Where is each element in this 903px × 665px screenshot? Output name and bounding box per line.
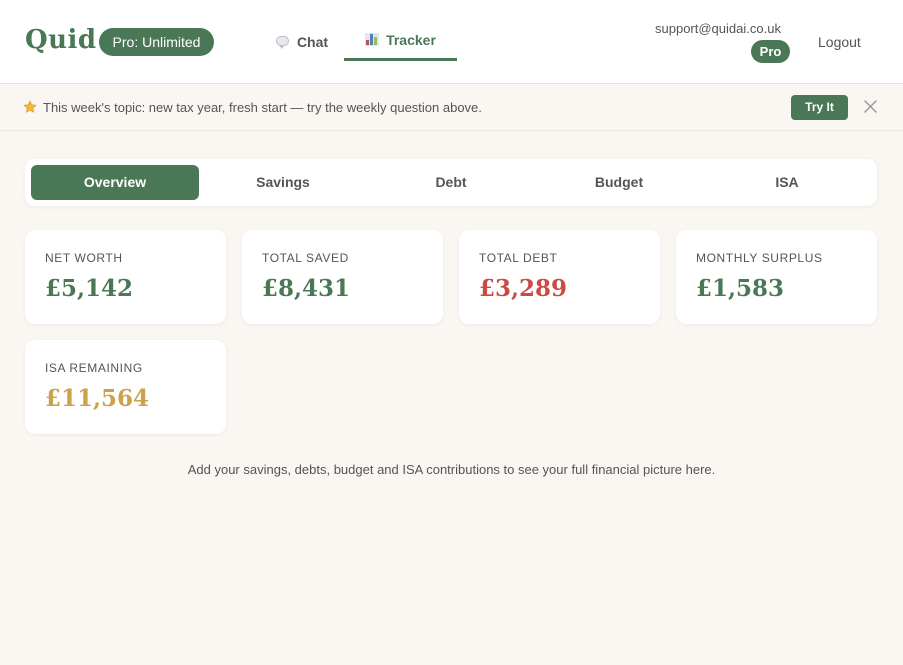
pro-badge: Pro <box>751 40 790 63</box>
bar-chart-icon <box>365 33 380 47</box>
card-value: £11,564 <box>45 385 150 412</box>
plan-badge: Pro: Unlimited <box>99 28 214 56</box>
subtab-debt[interactable]: Debt <box>367 165 535 200</box>
nav-tab-chat-label: Chat <box>296 33 329 50</box>
total-saved-card: TOTAL SAVED £8,431 <box>242 230 443 324</box>
tracker-subtabs: Overview Savings Debt Budget ISA <box>25 159 877 206</box>
empty-state-note: Add your savings, debts, budget and ISA … <box>187 462 716 477</box>
try-it-button[interactable]: Try It <box>791 95 848 120</box>
net-worth-card: NET WORTH £5,142 <box>25 230 226 324</box>
card-label: TOTAL DEBT <box>479 251 558 265</box>
subtab-savings[interactable]: Savings <box>199 165 367 200</box>
total-debt-card: TOTAL DEBT £3,289 <box>459 230 660 324</box>
card-label: ISA REMAINING <box>45 361 143 375</box>
weekly-topic-banner: This week's topic: new tax year, fresh s… <box>0 84 903 131</box>
card-value: £8,431 <box>262 275 351 302</box>
logout-button[interactable]: Logout <box>818 34 861 50</box>
card-label: TOTAL SAVED <box>262 251 349 265</box>
star-icon <box>23 100 37 113</box>
nav-tab-tracker[interactable]: Tracker <box>344 22 457 61</box>
nav-tab-chat[interactable]: Chat <box>262 22 342 61</box>
card-value: £1,583 <box>696 275 785 302</box>
monthly-surplus-card: MONTHLY SURPLUS £1,583 <box>676 230 877 324</box>
speech-bubble-icon <box>275 35 290 49</box>
subtab-budget[interactable]: Budget <box>535 165 703 200</box>
subtab-isa[interactable]: ISA <box>703 165 871 200</box>
card-value: £3,289 <box>479 275 568 302</box>
support-email-link[interactable]: support@quidai.co.uk <box>655 21 781 36</box>
top-header: Quid Pro: Unlimited Chat Tracker support… <box>0 0 903 84</box>
banner-text: This week's topic: new tax year, fresh s… <box>43 100 482 115</box>
card-value: £5,142 <box>45 275 134 302</box>
card-label: MONTHLY SURPLUS <box>696 251 823 265</box>
isa-remaining-card: ISA REMAINING £11,564 <box>25 340 226 434</box>
app-logo[interactable]: Quid <box>25 25 97 55</box>
nav-tab-tracker-label: Tracker <box>386 32 436 48</box>
subtab-overview[interactable]: Overview <box>31 165 199 200</box>
close-icon[interactable] <box>864 100 877 113</box>
card-label: NET WORTH <box>45 251 123 265</box>
